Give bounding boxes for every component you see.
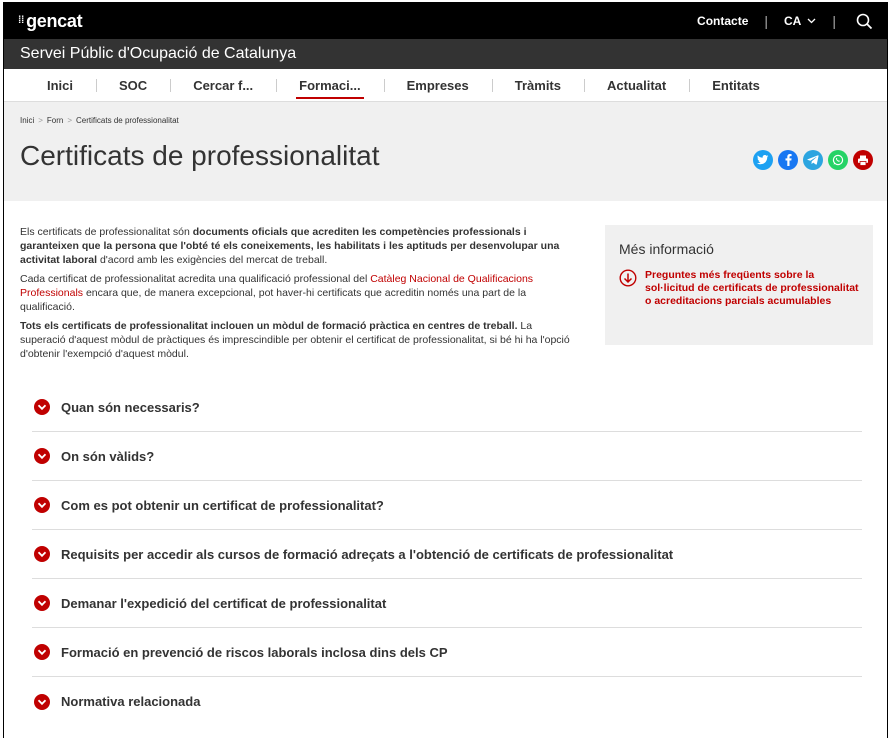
breadcrumb: Inici > Forn > Certificats de professionalit… xyxy=(20,116,179,125)
accordion-label: Com es pot obtenir un certificat de prof… xyxy=(61,497,384,513)
more-info-title: Més informació xyxy=(619,241,714,257)
nav-label: SOC xyxy=(119,77,148,93)
accordion-item-com-obtenir[interactable]: Com es pot obtenir un certificat de prof… xyxy=(32,481,862,530)
accordion-label: Formació en prevenció de riscos laborals… xyxy=(61,644,448,660)
nav-label: Entitats xyxy=(712,77,760,93)
nav-label: Cercar f... xyxy=(193,77,254,93)
page-header: Inici > Forn > Certificats de professionalit… xyxy=(4,102,887,201)
accordion-label: Quan són necessaris? xyxy=(61,399,200,415)
nav-item-formacio[interactable]: Formaci... xyxy=(276,69,383,101)
accordion-item-demanar-expedicio[interactable]: Demanar l'expedició del certificat de pr… xyxy=(32,579,862,628)
chevron-down-icon xyxy=(34,546,50,562)
accordion-item-on-son-valids[interactable]: On són vàlids? xyxy=(32,432,862,481)
divider: | xyxy=(832,13,836,29)
page-frame: ⁞⁞ gencat Contacte | CA | Servei Públic … xyxy=(3,2,888,738)
page-title: Certificats de professionalitat xyxy=(20,140,380,171)
text-bold: Tots els certificats de professionalitat… xyxy=(20,320,518,332)
gencat-logo[interactable]: ⁞⁞ gencat xyxy=(18,10,83,32)
download-arrow-icon xyxy=(619,269,637,287)
chevron-down-icon xyxy=(34,693,50,710)
chevron-down-icon xyxy=(34,448,50,464)
text: encara que, de manera excepcional, pot h… xyxy=(20,287,527,313)
faq-link[interactable]: Preguntes més freqüents sobre la sol·lic… xyxy=(619,269,859,308)
language-selector[interactable]: CA xyxy=(784,14,816,28)
accordion-label: Normativa relacionada xyxy=(61,694,201,709)
divider: | xyxy=(764,13,769,29)
text: Cada certificat de professionalitat acre… xyxy=(20,273,371,285)
intro-text: Els certificats de professionalitat són … xyxy=(20,225,576,366)
nav-label: Tràmits xyxy=(514,77,561,93)
accordion-label: Requisits per accedir als cursos de form… xyxy=(61,546,674,562)
accordion-item-prevencio-riscos[interactable]: Formació en prevenció de riscos laborals… xyxy=(32,628,862,677)
accordion-label: Demanar l'expedició del certificat de pr… xyxy=(61,595,387,611)
more-info-box: Més informació Preguntes més freqüents s… xyxy=(605,225,873,345)
telegram-icon xyxy=(807,155,819,165)
whatsapp-icon xyxy=(832,154,844,166)
chevron-down-icon xyxy=(807,18,816,24)
top-bar: ⁞⁞ gencat Contacte | CA | xyxy=(4,3,887,39)
accordion-item-normativa[interactable]: Normativa relacionada xyxy=(32,677,862,726)
accordion-label: On són vàlids? xyxy=(61,448,155,464)
intro-paragraph-2: Cada certificat de professionalitat acre… xyxy=(20,272,576,314)
print-icon xyxy=(858,155,868,166)
chevron-down-icon xyxy=(34,644,50,660)
text: Els certificats de professionalitat són xyxy=(20,226,193,238)
breadcrumb-item-forn[interactable]: Forn xyxy=(47,116,63,125)
intro-paragraph-1: Els certificats de professionalitat són … xyxy=(20,225,576,267)
logo-text: gencat xyxy=(26,10,83,31)
twitter-icon xyxy=(757,155,769,165)
nav-label: Empreses xyxy=(406,77,469,93)
telegram-share-button[interactable] xyxy=(803,150,823,170)
nav-item-tramits[interactable]: Tràmits xyxy=(491,69,584,101)
contact-link[interactable]: Contacte xyxy=(697,14,748,28)
nav-item-soc[interactable]: SOC xyxy=(96,69,170,101)
main-nav: Inici SOC Cercar f... Formaci... Emprese… xyxy=(4,69,887,102)
search-button[interactable] xyxy=(856,13,873,30)
facebook-icon xyxy=(785,154,792,166)
breadcrumb-separator-icon: > xyxy=(67,116,73,125)
nav-item-cercar-feina[interactable]: Cercar f... xyxy=(170,69,276,101)
nav-label: Actualitat xyxy=(607,77,667,93)
breadcrumb-separator-icon: > xyxy=(38,116,43,125)
chevron-down-icon xyxy=(34,497,50,513)
whatsapp-share-button[interactable] xyxy=(828,150,848,170)
facebook-share-button[interactable] xyxy=(778,150,798,170)
share-buttons xyxy=(753,150,873,170)
faq-link-label: Preguntes més freqüents sobre la sol·lic… xyxy=(645,269,859,307)
site-title-bar: Servei Públic d'Ocupació de Catalunya xyxy=(4,39,887,69)
nav-item-empreses[interactable]: Empreses xyxy=(383,69,492,101)
nav-label: Formaci... xyxy=(299,77,361,93)
twitter-share-button[interactable] xyxy=(753,150,773,170)
search-icon xyxy=(856,13,873,29)
nav-label: Inici xyxy=(47,77,74,93)
logo-mark-icon: ⁞⁞ xyxy=(18,14,25,26)
nav-item-entitats[interactable]: Entitats xyxy=(689,69,783,101)
accordion-item-requisits[interactable]: Requisits per accedir als cursos de form… xyxy=(32,530,862,579)
accordion-item-quan-son-necessaris[interactable]: Quan són necessaris? xyxy=(32,383,862,432)
text: d'acord amb les exigències del mercat de… xyxy=(97,254,328,266)
nav-item-actualitat[interactable]: Actualitat xyxy=(584,69,689,101)
chevron-down-icon xyxy=(34,399,50,415)
breadcrumb-item-current: Certificats de professionalitat xyxy=(76,116,179,125)
language-label: CA xyxy=(784,14,802,28)
site-title[interactable]: Servei Públic d'Ocupació de Catalunya xyxy=(20,45,296,63)
accordion: Quan són necessaris? On són vàlids? Com … xyxy=(32,383,862,726)
nav-item-inici[interactable]: Inici xyxy=(24,69,96,101)
chevron-down-icon xyxy=(34,595,50,611)
print-button[interactable] xyxy=(853,150,873,170)
intro-paragraph-3: Tots els certificats de professionalitat… xyxy=(20,319,576,361)
breadcrumb-item-inici[interactable]: Inici xyxy=(20,116,34,125)
